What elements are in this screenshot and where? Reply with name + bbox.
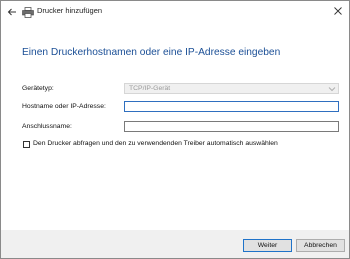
cancel-button[interactable]: Abbrechen <box>296 239 345 252</box>
add-printer-dialog: Drucker hinzufügen Einen Druckerhostname… <box>0 0 350 259</box>
close-icon <box>334 7 342 15</box>
device-type-select: TCP/IP-Gerät <box>124 83 339 94</box>
query-printer-label[interactable]: Den Drucker abfragen und den zu verwende… <box>33 140 278 147</box>
hostname-input[interactable] <box>124 101 339 112</box>
device-type-label: Gerätetyp: <box>22 85 54 92</box>
port-name-input[interactable] <box>124 121 339 132</box>
window-title: Drucker hinzufügen <box>37 6 103 15</box>
title-bar: Drucker hinzufügen <box>1 1 349 23</box>
hostname-label: Hostname oder IP-Adresse: <box>22 103 106 110</box>
next-button[interactable]: Weiter <box>243 239 292 252</box>
back-button[interactable] <box>5 5 19 19</box>
port-name-label: Anschlussname: <box>22 123 72 130</box>
dialog-footer: Weiter Abbrechen <box>1 230 349 258</box>
device-type-value: TCP/IP-Gerät <box>129 85 171 92</box>
printer-icon <box>22 7 34 18</box>
page-heading: Einen Druckerhostnamen oder eine IP-Adre… <box>22 47 281 58</box>
query-printer-checkbox[interactable] <box>23 141 30 148</box>
close-button[interactable] <box>331 4 345 18</box>
back-arrow-icon <box>7 8 16 16</box>
chevron-down-icon <box>328 87 336 92</box>
